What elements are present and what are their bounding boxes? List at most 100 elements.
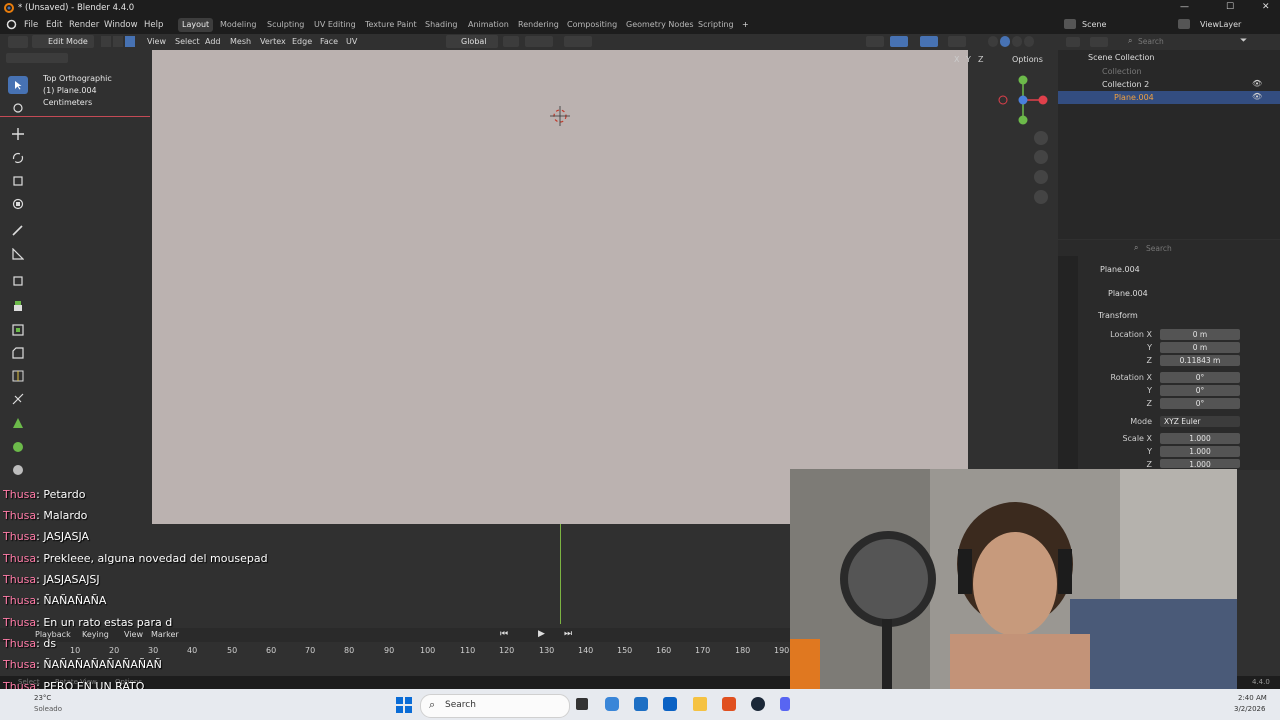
view-layer-name[interactable]: ViewLayer bbox=[1200, 20, 1241, 29]
proportional-edit-icon[interactable] bbox=[564, 36, 592, 47]
3d-viewport[interactable] bbox=[152, 50, 968, 524]
properties-search-input[interactable]: Search bbox=[1146, 244, 1172, 253]
transform-panel-header[interactable]: Transform bbox=[1098, 311, 1138, 320]
display-mode-icon[interactable] bbox=[1090, 37, 1108, 47]
menu-select[interactable]: Select bbox=[175, 37, 200, 46]
file-explorer-icon[interactable] bbox=[693, 697, 707, 711]
menu-vertex[interactable]: Vertex bbox=[260, 37, 286, 46]
bevel-tool-icon[interactable] bbox=[8, 344, 28, 362]
orientation-dropdown[interactable]: Global bbox=[446, 35, 498, 48]
cursor-tool-icon[interactable] bbox=[8, 99, 28, 117]
tab-texture-paint[interactable]: Texture Paint bbox=[361, 18, 421, 32]
copilot-icon[interactable] bbox=[605, 697, 619, 711]
steam-icon[interactable] bbox=[751, 697, 765, 711]
clock-time[interactable]: 2:40 AM bbox=[1238, 694, 1267, 702]
outlook-icon[interactable] bbox=[663, 697, 677, 711]
transform-tool-icon[interactable] bbox=[8, 195, 28, 213]
tab-uv-editing[interactable]: UV Editing bbox=[310, 18, 360, 32]
close-button[interactable]: ✕ bbox=[1262, 2, 1270, 12]
solid-shading-icon[interactable] bbox=[1000, 36, 1010, 47]
measure-tool-icon[interactable] bbox=[8, 245, 28, 263]
add-cube-tool-icon[interactable] bbox=[8, 271, 28, 289]
editor-type-icon[interactable] bbox=[8, 36, 28, 48]
annotate-tool-icon[interactable] bbox=[8, 221, 28, 239]
outliner-item-collection-2[interactable]: Collection 2 bbox=[1102, 80, 1149, 89]
rendered-shading-icon[interactable] bbox=[1024, 36, 1034, 47]
visibility-icon[interactable] bbox=[866, 36, 884, 47]
object-name-field[interactable]: Plane.004 bbox=[1108, 289, 1148, 298]
filter-icon[interactable]: ⏷ bbox=[1240, 36, 1247, 46]
scale-y-field[interactable]: 1.000 bbox=[1160, 446, 1240, 457]
overlay-toggle-icon[interactable] bbox=[920, 36, 938, 47]
tab-layout[interactable]: Layout bbox=[178, 18, 214, 32]
vertex-select-icon[interactable] bbox=[101, 36, 111, 47]
knife-tool-icon[interactable] bbox=[8, 390, 28, 408]
blender-menu-icon[interactable] bbox=[6, 19, 17, 33]
menu-add[interactable]: Add bbox=[205, 37, 221, 46]
menu-window[interactable]: Window bbox=[104, 20, 138, 30]
discord-icon[interactable] bbox=[780, 697, 790, 711]
tab-shading[interactable]: Shading bbox=[421, 18, 462, 32]
rotation-y-field[interactable]: 0° bbox=[1160, 385, 1240, 396]
outliner-item-scene-collection[interactable]: Scene Collection bbox=[1088, 53, 1155, 62]
location-z-field[interactable]: 0.11843 m bbox=[1160, 355, 1240, 366]
outliner-search-input[interactable]: Search bbox=[1138, 37, 1164, 46]
menu-uv[interactable]: UV bbox=[346, 37, 357, 46]
scene-name[interactable]: Scene bbox=[1082, 20, 1106, 29]
options-button[interactable]: Options bbox=[1012, 55, 1043, 64]
rotation-mode-dropdown[interactable]: XYZ Euler bbox=[1160, 416, 1240, 427]
task-view-icon[interactable] bbox=[576, 698, 588, 710]
move-tool-icon[interactable] bbox=[8, 125, 28, 143]
tab-scripting[interactable]: Scripting bbox=[694, 18, 738, 32]
menu-face[interactable]: Face bbox=[320, 37, 338, 46]
menu-render[interactable]: Render bbox=[69, 20, 99, 30]
inset-tool-icon[interactable] bbox=[8, 321, 28, 339]
jump-start-icon[interactable]: ⏮ bbox=[500, 629, 508, 639]
tab-modeling[interactable]: Modeling bbox=[216, 18, 260, 32]
scale-x-field[interactable]: 1.000 bbox=[1160, 433, 1240, 444]
menu-edit[interactable]: Edit bbox=[46, 20, 62, 30]
tab-geometry-nodes[interactable]: Geometry Nodes bbox=[622, 18, 697, 32]
snap-icon[interactable] bbox=[525, 36, 553, 47]
tab-compositing[interactable]: Compositing bbox=[563, 18, 621, 32]
scale-z-field[interactable]: 1.000 bbox=[1160, 459, 1240, 468]
extrude-tool-icon[interactable] bbox=[8, 297, 28, 315]
select-box-tool-icon[interactable] bbox=[8, 76, 28, 94]
xray-icon[interactable] bbox=[948, 36, 966, 47]
poly-build-tool-icon[interactable] bbox=[8, 414, 28, 432]
tab-rendering[interactable]: Rendering bbox=[514, 18, 563, 32]
edge-select-icon[interactable] bbox=[113, 36, 123, 47]
pivot-icon[interactable] bbox=[503, 36, 519, 47]
zoom-icon[interactable] bbox=[1034, 131, 1048, 145]
jump-end-icon[interactable]: ⏭ bbox=[564, 629, 572, 639]
scale-tool-icon[interactable] bbox=[8, 172, 28, 190]
add-workspace-button[interactable]: + bbox=[738, 18, 753, 32]
location-y-field[interactable]: 0 m bbox=[1160, 342, 1240, 353]
camera-view-icon[interactable] bbox=[1034, 170, 1048, 184]
location-x-field[interactable]: 0 m bbox=[1160, 329, 1240, 340]
menu-view[interactable]: View bbox=[147, 37, 166, 46]
mirror-axis-y[interactable]: Y bbox=[966, 55, 971, 64]
brave-icon[interactable] bbox=[722, 697, 736, 711]
menu-edge[interactable]: Edge bbox=[292, 37, 312, 46]
outliner-item-collection[interactable]: Collection bbox=[1102, 67, 1142, 76]
visibility-eye-icon[interactable]: 👁 bbox=[1252, 79, 1262, 88]
outliner-item-plane[interactable]: Plane.004 bbox=[1114, 93, 1154, 102]
visibility-eye-icon-plane[interactable]: 👁 bbox=[1252, 92, 1262, 101]
minimize-button[interactable]: — bbox=[1180, 2, 1189, 12]
material-shading-icon[interactable] bbox=[1012, 36, 1022, 47]
ortho-grid-icon[interactable] bbox=[1034, 190, 1048, 204]
store-icon[interactable] bbox=[634, 697, 648, 711]
mirror-axis-z[interactable]: Z bbox=[978, 55, 983, 64]
play-icon[interactable]: ▶ bbox=[538, 629, 545, 639]
smooth-tool-icon[interactable] bbox=[8, 461, 28, 479]
mode-selector[interactable]: Edit Mode bbox=[32, 35, 94, 48]
axis-gizmo[interactable] bbox=[996, 72, 1052, 128]
outliner-row-selected[interactable] bbox=[1058, 91, 1280, 104]
scene-selector-icon[interactable] bbox=[1064, 19, 1076, 29]
view-layer-icon[interactable] bbox=[1178, 19, 1190, 29]
maximize-button[interactable]: ☐ bbox=[1226, 2, 1234, 12]
tab-animation[interactable]: Animation bbox=[464, 18, 513, 32]
pan-hand-icon[interactable] bbox=[1034, 150, 1048, 164]
menu-mesh[interactable]: Mesh bbox=[230, 37, 251, 46]
